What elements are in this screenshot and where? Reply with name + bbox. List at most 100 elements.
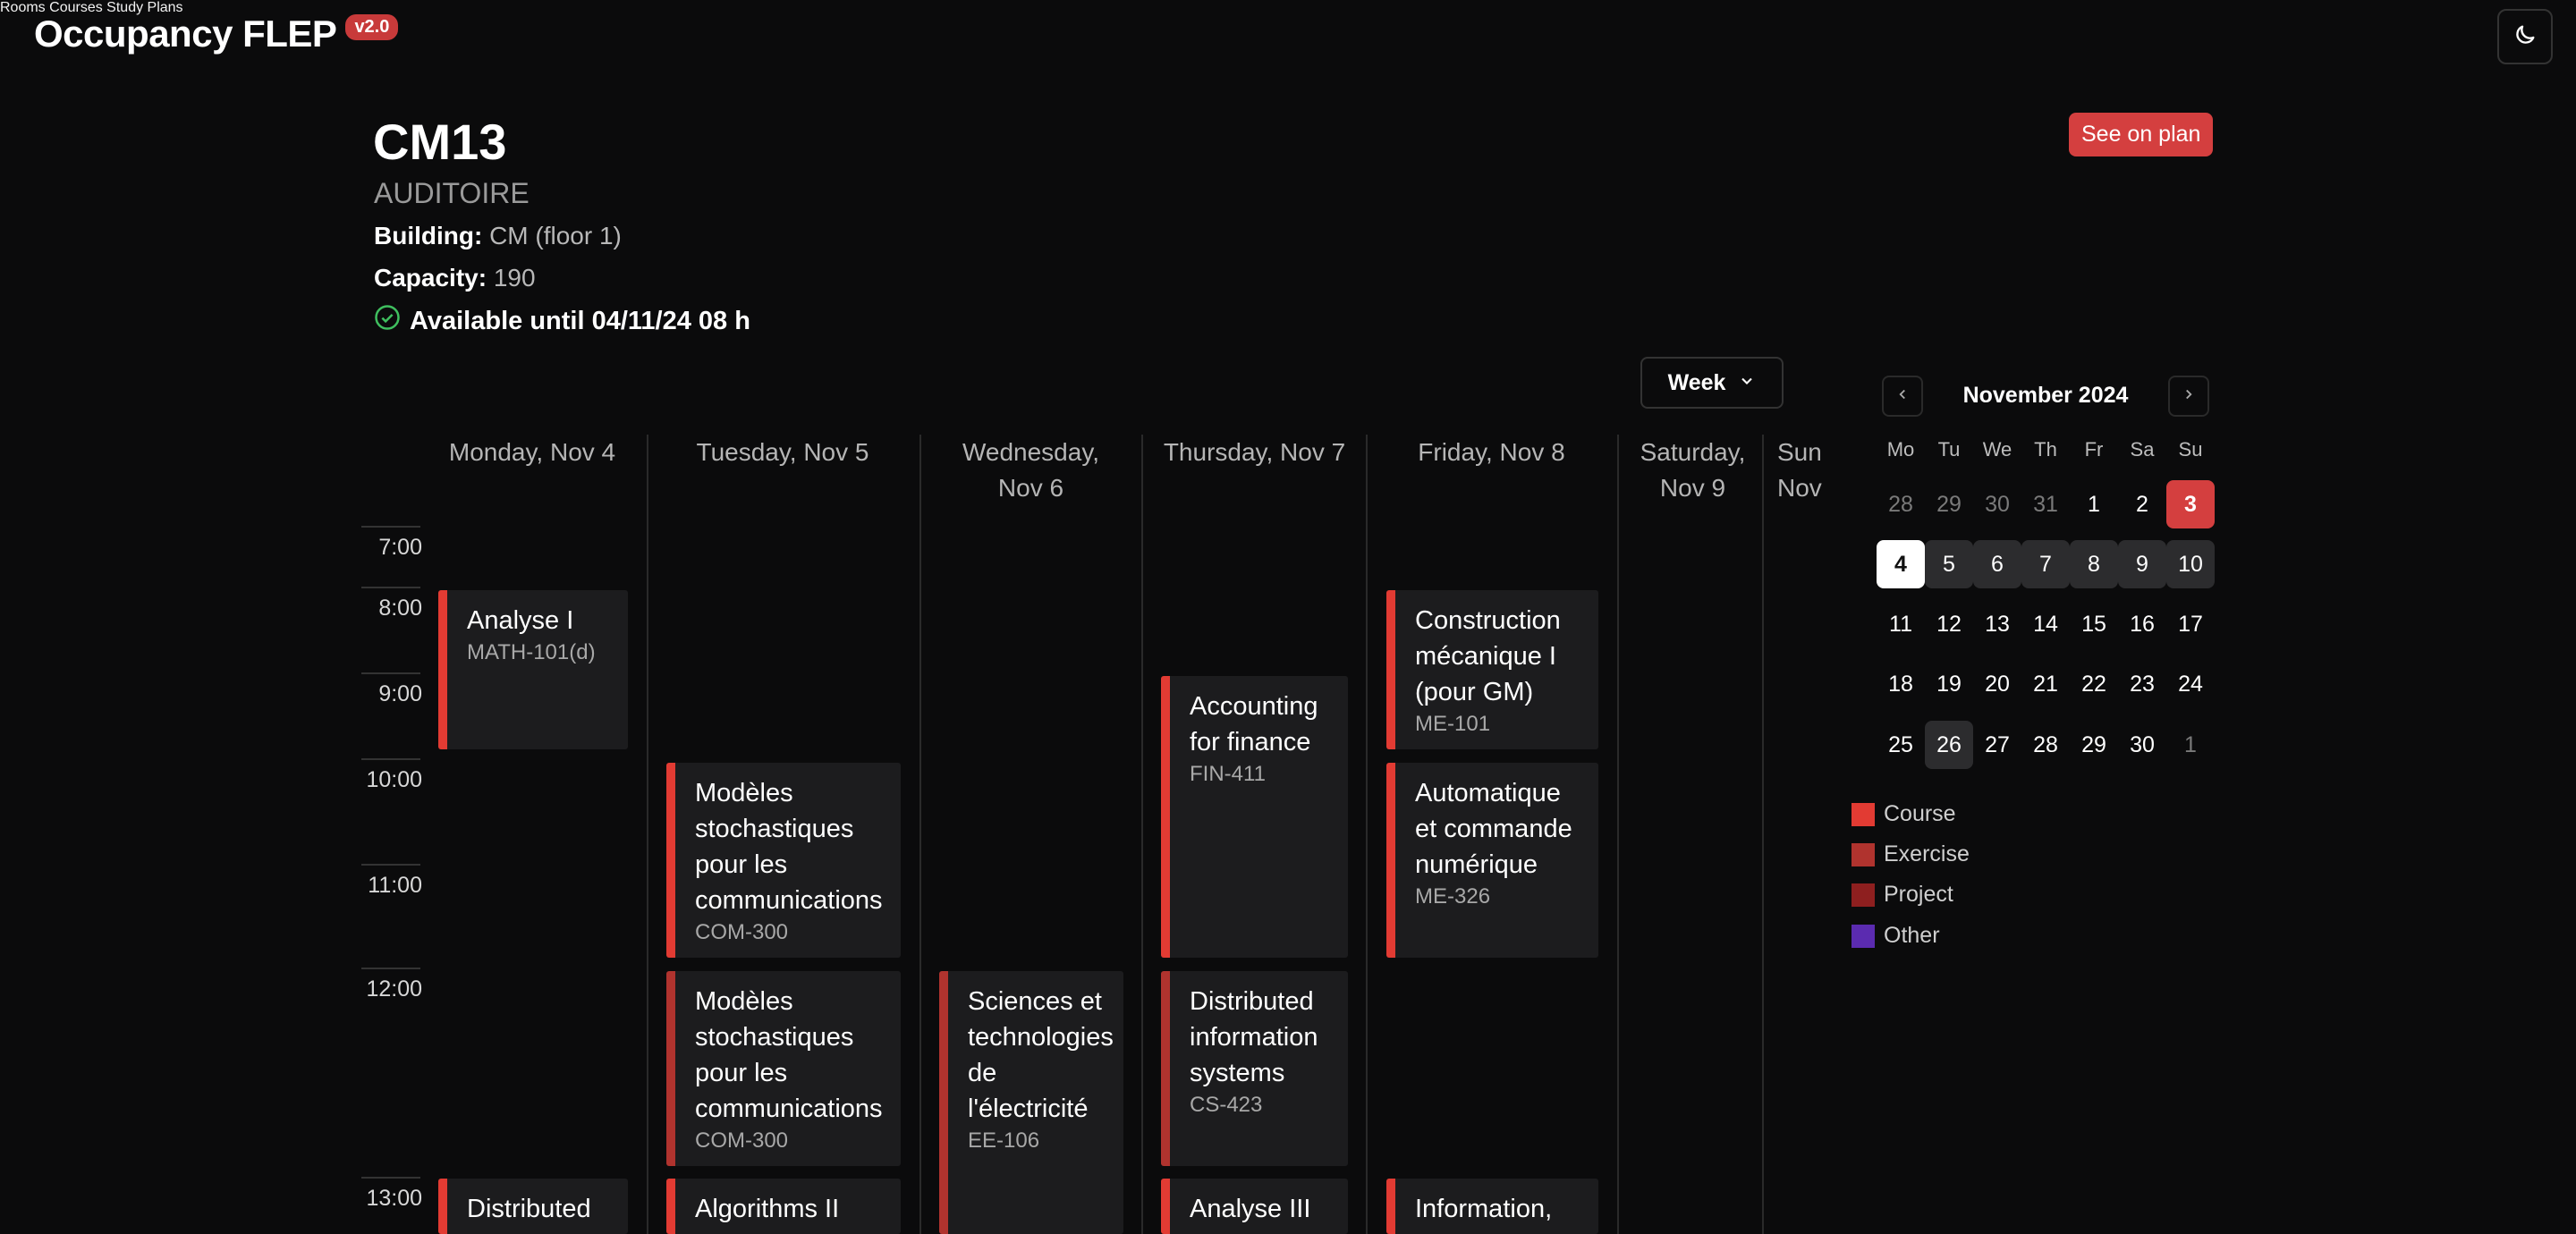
calendar-day[interactable]: 11 [1877,600,1925,648]
event-title: Construction mécanique I (pour GM) [1415,606,1561,706]
column-divider [1762,435,1764,1234]
day-header-sun: Sunday, Nov 10 [1777,438,1822,502]
calendar-day[interactable]: 26 [1925,721,1973,769]
calendar-day[interactable]: 27 [1973,721,2021,769]
calendar-day[interactable]: 29 [2070,721,2118,769]
calendar-day[interactable]: 23 [2118,660,2166,708]
calendar-day[interactable]: 8 [2070,540,2118,588]
calendar-day[interactable]: 30 [2118,721,2166,769]
room-type: AUDITOIRE [374,177,530,209]
calendar-day[interactable]: 21 [2021,660,2070,708]
event-code: FIN-411 [1190,762,1266,786]
app-title[interactable]: Occupancy FLEP [34,13,337,55]
event-card[interactable]: Automatique et commande numérique ME-326 [1386,763,1598,958]
calendar-day[interactable]: 20 [1973,660,2021,708]
capacity-label: Capacity: [374,264,487,292]
calendar-day[interactable]: 17 [2166,600,2215,648]
calendar-day[interactable]: 24 [2166,660,2215,708]
event-code: COM-300 [695,920,789,944]
column-divider [647,435,648,1234]
event-code: MATH-101(d) [467,640,596,664]
event-card[interactable]: Modèles stochastiques pour les communica… [666,763,901,958]
time-gridline [361,672,420,674]
calendar-day[interactable]: 29 [1925,480,1973,528]
event-code: CS-423 [1190,1093,1263,1117]
day-header-sat: Saturday, Nov 9 [1640,438,1746,502]
event-card[interactable]: Sciences et technologies de l'électricit… [939,971,1123,1234]
day-header-tue: Tuesday, Nov 5 [696,438,869,466]
calendar-day[interactable]: 10 [2166,540,2215,588]
time-label-8: 8:00 [378,596,422,621]
event-card[interactable]: Distributed information systems CS-423 [1161,971,1348,1166]
chevron-right-icon [2181,386,2197,407]
calendar-day[interactable]: 6 [1973,540,2021,588]
event-card[interactable]: Information, [1386,1179,1598,1234]
calendar-day[interactable]: 22 [2070,660,2118,708]
availability-text: Available until 04/11/24 08 h [410,306,750,335]
calendar-day[interactable]: 30 [1973,480,2021,528]
legend-swatch [1852,842,1875,866]
time-label-10: 10:00 [366,767,422,792]
column-divider [1366,435,1368,1234]
event-card[interactable]: Analyse I MATH-101(d) [438,590,628,749]
calendar-weekday: Tu [1937,438,1961,461]
time-gridline [361,864,420,866]
theme-toggle-button[interactable] [2497,9,2553,64]
calendar-day[interactable]: 19 [1925,660,1973,708]
time-label-12: 12:00 [366,976,422,1002]
calendar-day[interactable]: 7 [2021,540,2070,588]
calendar-day[interactable]: 25 [1877,721,1925,769]
sunday-header-clip: Sunday, Nov 10 [1767,435,1822,506]
event-code: ME-326 [1415,884,1491,909]
event-card[interactable]: Modèles stochastiques pour les communica… [666,971,901,1166]
view-select[interactable]: Week [1640,357,1784,409]
time-gridline [361,968,420,969]
next-month-button[interactable] [2168,376,2209,417]
column-divider [1617,435,1619,1234]
event-title: Distributed information systems [1190,987,1318,1087]
time-label-13: 13:00 [366,1186,422,1211]
calendar-day[interactable]: 16 [2118,600,2166,648]
calendar-month-title: November 2024 [1962,383,2129,408]
event-card[interactable]: Construction mécanique I (pour GM) ME-10… [1386,590,1598,749]
event-code: COM-300 [695,1128,789,1153]
legend-swatch [1852,802,1875,826]
event-title: Modèles stochastiques pour les communica… [695,987,883,1123]
check-circle-icon [374,304,410,338]
calendar-day[interactable]: 9 [2118,540,2166,588]
building-info: Building: CM (floor 1) [374,222,622,250]
calendar-day[interactable]: 31 [2021,480,2070,528]
calendar-day[interactable]: 28 [1877,480,1925,528]
calendar-day-selected[interactable]: 4 [1877,540,1925,588]
view-select-value: Week [1667,369,1726,395]
event-card[interactable]: Algorithms II [666,1179,901,1234]
calendar-weekday: Su [2178,438,2203,461]
brand[interactable]: Occupancy FLEP v2.0 [34,13,399,55]
legend-other: Other [1852,923,1940,949]
legend-course: Course [1852,801,1956,827]
see-on-plan-button[interactable]: See on plan [2069,113,2214,156]
event-card[interactable]: Analyse III [1161,1179,1348,1234]
legend-exercise: Exercise [1852,841,1970,867]
calendar-day[interactable]: 1 [2070,480,2118,528]
time-gridline [361,526,420,528]
calendar-weekday: We [1982,438,2012,461]
calendar-day[interactable]: 15 [2070,600,2118,648]
event-title: Information, [1415,1195,1553,1223]
calendar-day[interactable]: 1 [2166,721,2215,769]
legend-project: Project [1852,882,1953,908]
calendar-day[interactable]: 5 [1925,540,1973,588]
capacity-value: 190 [493,264,536,292]
calendar-day[interactable]: 2 [2118,480,2166,528]
calendar-day[interactable]: 14 [2021,600,2070,648]
event-card[interactable]: Distributed [438,1179,628,1234]
time-gridline [361,1177,420,1179]
calendar-day[interactable]: 13 [1973,600,2021,648]
legend-label: Course [1884,801,1956,826]
event-title: Sciences et technologies de l'électricit… [968,987,1114,1123]
event-card[interactable]: Accounting for finance FIN-411 [1161,676,1348,958]
calendar-day[interactable]: 28 [2021,721,2070,769]
calendar-day[interactable]: 18 [1877,660,1925,708]
calendar-day-today[interactable]: 3 [2166,480,2215,528]
calendar-day[interactable]: 12 [1925,600,1973,648]
